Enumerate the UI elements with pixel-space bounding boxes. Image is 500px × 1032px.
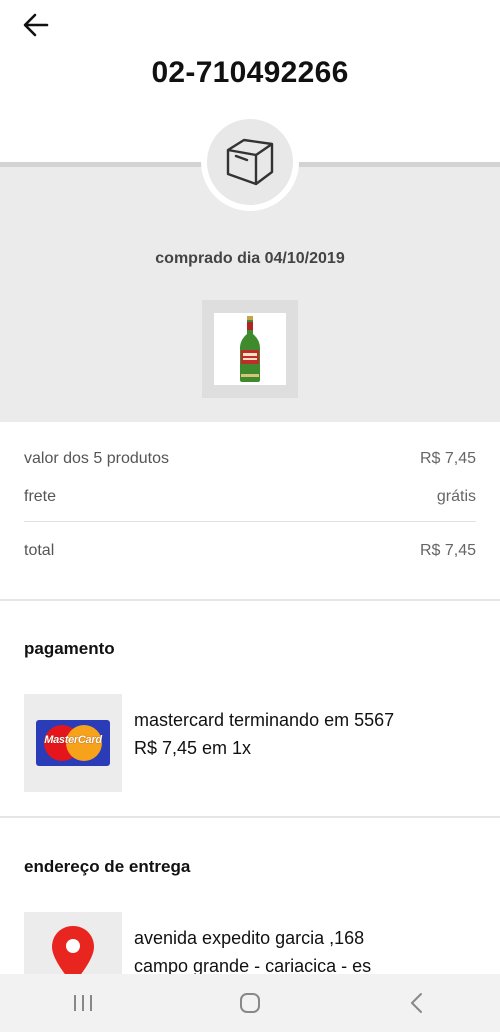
system-nav-bar <box>0 974 500 1032</box>
home-icon <box>239 993 260 1013</box>
chevron-left-icon <box>410 993 422 1013</box>
home-button[interactable] <box>220 983 280 1023</box>
recents-button[interactable] <box>53 983 113 1023</box>
summary-divider <box>24 521 476 522</box>
arrow-left-icon <box>23 13 49 37</box>
address-details: avenida expedito garcia ,168 campo grand… <box>134 924 371 980</box>
section-divider <box>0 599 500 601</box>
total-value: R$ 7,45 <box>419 542 476 559</box>
products-value: R$ 7,45 <box>419 450 476 467</box>
address-tile <box>24 912 122 974</box>
package-badge <box>201 113 299 211</box>
top-bar <box>0 0 500 50</box>
address-street: avenida expedito garcia ,168 <box>134 928 365 948</box>
purchase-date: comprado dia 04/10/2019 <box>155 250 345 267</box>
mastercard-logo: MasterCard <box>36 720 110 766</box>
location-pin-icon <box>52 926 94 974</box>
products-label: valor dos 5 produtos <box>24 450 169 467</box>
total-label: total <box>24 542 55 559</box>
total-row: total R$ 7,45 <box>24 532 476 570</box>
card-description: mastercard terminando em 5567 <box>134 710 395 730</box>
beer-bottle-image <box>240 316 260 382</box>
back-button[interactable] <box>18 8 54 42</box>
shipping-value: grátis <box>436 488 476 505</box>
payment-details: mastercard terminando em 5567 R$ 7,45 em… <box>134 706 394 762</box>
package-box-icon <box>226 138 274 186</box>
system-back-button[interactable] <box>387 983 447 1023</box>
section-divider <box>0 816 500 818</box>
installments: R$ 7,45 em 1x <box>134 738 252 758</box>
payment-title: pagamento <box>24 639 115 658</box>
products-row: valor dos 5 produtos R$ 7,45 <box>24 440 476 478</box>
mastercard-logo-text: MasterCard <box>44 734 102 746</box>
delivery-title: endereço de entrega <box>24 857 191 876</box>
product-thumbnail[interactable] <box>202 300 298 398</box>
card-brand-tile: MasterCard <box>24 694 122 792</box>
order-number: 02-710492266 <box>151 56 349 89</box>
order-summary: valor dos 5 produtos R$ 7,45 frete gráti… <box>24 440 476 570</box>
recents-icon <box>74 995 93 1011</box>
shipping-row: frete grátis <box>24 478 476 516</box>
shipping-label: frete <box>24 488 57 505</box>
